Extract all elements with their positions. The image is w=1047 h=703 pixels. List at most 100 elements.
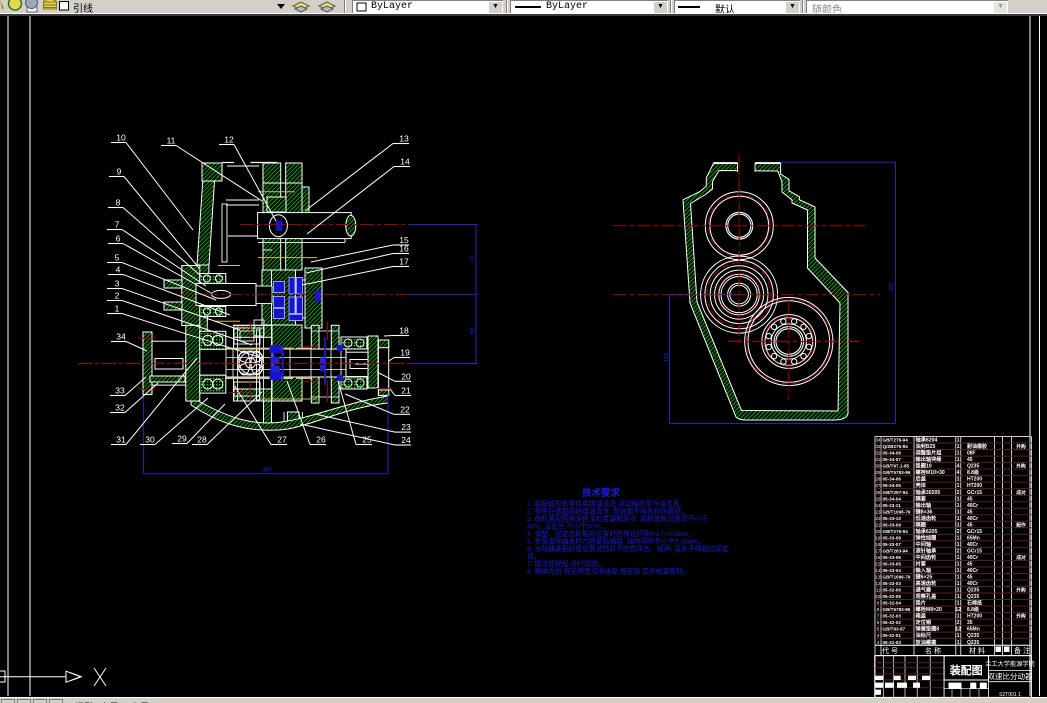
svg-text:45: 45 [967,496,973,502]
svg-text:滚针轴承: 滚针轴承 [916,546,938,554]
svg-text:1: 1 [957,633,960,639]
svg-text:05-33-03: 05-33-03 [883,581,902,586]
svg-text:05-33-11: 05-33-11 [883,503,902,508]
svg-text:垫片: 垫片 [916,599,926,607]
svg-text:45: 45 [967,575,973,581]
svg-text:05-34-04: 05-34-04 [883,496,902,501]
svg-text:05-33-10: 05-33-10 [883,516,902,521]
svg-text:GCr15: GCr15 [967,548,982,554]
svg-text:1: 1 [957,503,960,509]
svg-text:外购: 外购 [1016,587,1026,594]
svg-text:4. 调整、固定齿轮轴向位置时应保证间隙0.17~0.5mm: 4. 调整、固定齿轮轴向位置时应保证间隙0.17~0.5mm。 [527,529,695,538]
svg-text:1: 1 [957,535,960,541]
svg-text:05-34-05: 05-34-05 [883,483,902,488]
svg-text:12: 12 [955,607,961,613]
svg-text:1: 1 [957,477,960,483]
svg-text:Q/ZB275-84: Q/ZB275-84 [883,444,909,449]
svg-text:34: 34 [876,438,881,443]
svg-text:低速齿轮: 低速齿轮 [915,514,938,522]
svg-text:29: 29 [876,470,881,475]
svg-text:弹簧垫圈8: 弹簧垫圈8 [916,625,940,633]
svg-text:7: 7 [115,220,120,230]
svg-text:33: 33 [115,386,125,396]
svg-text:键6×25: 键6×25 [915,573,933,581]
svg-text:33: 33 [876,444,881,449]
svg-text:6: 6 [116,234,121,244]
svg-text:技术要求: 技术要求 [582,487,621,499]
svg-text:1: 1 [957,588,960,594]
svg-text:40Cr: 40Cr [967,581,978,587]
svg-text:HT200: HT200 [967,614,982,620]
svg-text:装配图: 装配图 [949,663,983,677]
svg-text:2: 2 [957,529,960,535]
svg-text:1: 1 [957,542,960,548]
svg-text:3. 齿轮装配后用涂色法检查接触斑点, 圆柱齿轮沿齿高不小于: 3. 齿轮装配后用涂色法检查接触斑点, 圆柱齿轮沿齿高不小于 [527,514,708,523]
svg-text:1: 1 [957,581,960,587]
svg-text:兰工大学能源学院: 兰工大学能源学院 [985,660,1035,668]
svg-text:72: 72 [470,256,476,262]
svg-text:45: 45 [967,457,973,463]
svg-text:05-33-09: 05-33-09 [883,522,902,527]
svg-text:05-32-06: 05-32-06 [883,588,902,593]
svg-text:外购: 外购 [1016,443,1026,450]
svg-text:代 号: 代 号 [882,646,898,655]
svg-text:5: 5 [115,253,120,263]
svg-text:12: 12 [224,135,234,145]
svg-text:输入轴: 输入轴 [916,566,932,574]
svg-text:油标尺: 油标尺 [916,631,932,639]
svg-text:17: 17 [399,257,409,267]
svg-text:箱盖: 箱盖 [916,612,927,620]
svg-text:1: 1 [957,509,960,515]
svg-text:1: 1 [957,522,960,528]
svg-text:05-32-04: 05-32-04 [883,601,902,606]
svg-text:Q235: Q235 [967,633,979,639]
svg-text:10: 10 [116,133,126,143]
svg-text:40Cr: 40Cr [967,516,978,522]
svg-text:05-31-03: 05-31-03 [883,640,902,645]
svg-text:40Cr: 40Cr [967,542,978,548]
svg-text:27: 27 [876,483,881,488]
svg-text:05-33-08: 05-33-08 [883,535,902,540]
svg-text:GCr15: GCr15 [967,529,982,535]
svg-text:Q235: Q235 [967,588,979,594]
svg-text:GB/T283-94: GB/T283-94 [883,548,909,553]
svg-text:1: 1 [957,496,960,502]
svg-text:45: 45 [967,562,973,568]
svg-text:螺栓M8×20: 螺栓M8×20 [916,605,942,613]
svg-text:8.8级: 8.8级 [967,606,979,613]
svg-text:8. 箱体内加 规定牌号润滑油至 规定高 度并检查密封。: 8. 箱体内加 规定牌号润滑油至 规定高 度并检查密封。 [527,567,690,576]
svg-text:05-32-05: 05-32-05 [883,594,902,599]
svg-text:05-33-07: 05-33-07 [883,542,902,547]
svg-text:2. 零件在装配前用煤油清洗, 配合面不得有损伤痕迹。: 2. 零件在装配前用煤油清洗, 配合面不得有损伤痕迹。 [527,507,688,516]
svg-text:观察孔盖: 观察孔盖 [916,592,938,600]
svg-text:13: 13 [399,134,409,144]
svg-text:05-33-04: 05-33-04 [883,568,902,573]
svg-text:21: 21 [401,386,411,396]
svg-text:耐油橡胶: 耐油橡胶 [967,443,987,450]
svg-text:1: 1 [957,444,960,450]
svg-text:材 料: 材 料 [969,646,985,655]
svg-text:垫圈10: 垫圈10 [916,462,932,470]
svg-text:3: 3 [115,279,120,289]
svg-text:45: 45 [967,522,973,528]
svg-text:65Mn: 65Mn [967,627,980,633]
svg-text:12: 12 [955,627,961,633]
svg-text:高速齿轮: 高速齿轮 [916,579,938,587]
svg-text:轴承30205: 轴承30205 [916,488,941,496]
svg-text:放油螺塞: 放油螺塞 [915,638,938,646]
svg-text:1: 1 [957,562,960,568]
svg-text:GB/T93-87: GB/T93-87 [883,627,906,632]
svg-text:11: 11 [876,588,881,593]
svg-text:1: 1 [957,516,960,522]
svg-text:配作: 配作 [1016,521,1026,528]
svg-text:GB/T276-94: GB/T276-94 [883,529,909,534]
svg-text:Q235: Q235 [967,464,979,470]
svg-text:19: 19 [876,535,881,540]
svg-text:1: 1 [115,304,120,314]
svg-text:7: 7 [877,614,880,619]
svg-text:调整垫片组: 调整垫片组 [916,449,943,457]
svg-text:26: 26 [316,435,326,445]
svg-text:GB/T5783-86: GB/T5783-86 [883,607,911,612]
svg-text:输出轴: 输出轴 [916,501,932,509]
svg-text:18: 18 [876,542,881,547]
